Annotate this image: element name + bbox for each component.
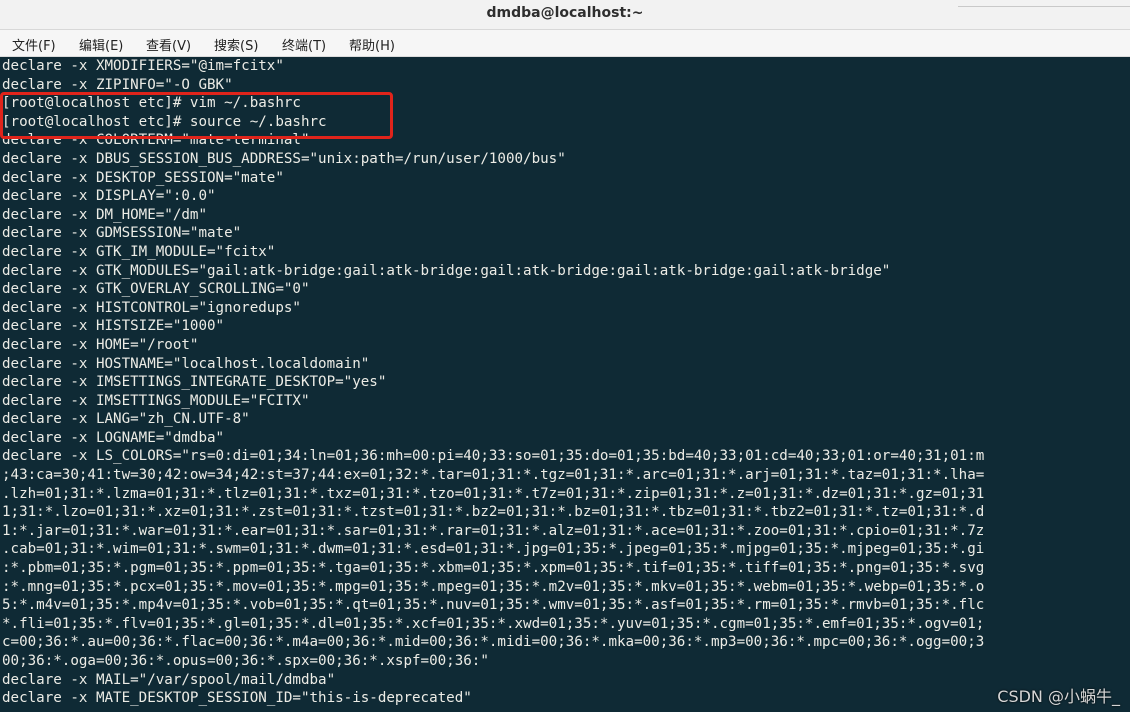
terminal-line: declare -x GDMSESSION="mate" bbox=[2, 225, 242, 242]
terminal-line: declare -x DESKTOP_SESSION="mate" bbox=[2, 169, 284, 186]
terminal-output: declare -x XMODIFIERS="@im=fcitx" declar… bbox=[2, 57, 1130, 708]
terminal-line: *.fli=01;35:*.flv=01;35:*.gl=01;35:*.dl=… bbox=[2, 615, 985, 632]
menu-view[interactable]: 查看(V) bbox=[146, 35, 191, 54]
terminal-line: declare -x LS_COLORS="rs=0:di=01;34:ln=0… bbox=[2, 448, 985, 465]
terminal-line: declare -x GTK_OVERLAY_SCROLLING="0" bbox=[2, 281, 310, 298]
menu-file[interactable]: 文件(F) bbox=[12, 35, 56, 54]
terminal-line: declare -x LOGNAME="dmdba" bbox=[2, 429, 225, 446]
terminal-line: :*.pbm=01;35:*.pgm=01;35:*.ppm=01;35:*.t… bbox=[2, 560, 985, 577]
titlebar-divider bbox=[958, 6, 1130, 7]
terminal-line: .lzh=01;31:*.lzma=01;31:*.tlz=01;31:*.tx… bbox=[2, 485, 985, 502]
menu-bar: 文件(F) 编辑(E) 查看(V) 搜索(S) 终端(T) 帮助(H) bbox=[0, 30, 1130, 57]
terminal-line: declare -x HOSTNAME="localhost.localdoma… bbox=[2, 355, 370, 372]
terminal-line: 1:*.jar=01;31:*.war=01;31:*.ear=01;31:*.… bbox=[2, 522, 985, 539]
terminal-line: declare -x MATE_DESKTOP_SESSION_ID="this… bbox=[2, 690, 472, 707]
csdn-watermark: CSDN @小蜗牛_ bbox=[997, 687, 1120, 706]
terminal-line: declare -x GTK_MODULES="gail:atk-bridge:… bbox=[2, 262, 891, 279]
menu-help[interactable]: 帮助(H) bbox=[349, 35, 395, 54]
terminal-line: declare -x IMSETTINGS_MODULE="FCITX" bbox=[2, 392, 310, 409]
window-titlebar[interactable]: dmdba@localhost:~ bbox=[0, 0, 1130, 30]
red-highlight-box bbox=[0, 92, 393, 139]
terminal-line: 00;36:*.oga=00;36:*.opus=00;36:*.spx=00;… bbox=[2, 653, 489, 669]
window-title: dmdba@localhost:~ bbox=[486, 5, 644, 21]
terminal-line: declare -x XMODIFIERS="@im=fcitx" bbox=[2, 58, 284, 74]
terminal-line: declare -x GTK_IM_MODULE="fcitx" bbox=[2, 243, 276, 260]
terminal-line: declare -x HISTCONTROL="ignoredups" bbox=[2, 299, 301, 316]
terminal-line: declare -x MAIL="/var/spool/mail/dmdba" bbox=[2, 671, 336, 688]
terminal-line: declare -x DM_HOME="/dm" bbox=[2, 206, 207, 223]
terminal-area[interactable]: declare -x XMODIFIERS="@im=fcitx" declar… bbox=[0, 57, 1130, 712]
menu-search[interactable]: 搜索(S) bbox=[214, 35, 258, 54]
terminal-line: declare -x HOME="/root" bbox=[2, 336, 199, 353]
terminal-line: declare -x HISTSIZE="1000" bbox=[2, 318, 225, 335]
terminal-line: ;43:ca=30;41:tw=30;42:ow=34;42:st=37;44:… bbox=[2, 467, 985, 484]
terminal-line: .cab=01;31:*.wim=01;31:*.swm=01;31:*.dwm… bbox=[2, 541, 985, 558]
menu-terminal[interactable]: 终端(T) bbox=[282, 35, 326, 54]
terminal-line: declare -x DISPLAY=":0.0" bbox=[2, 188, 216, 205]
terminal-line: declare -x LANG="zh_CN.UTF-8" bbox=[2, 411, 250, 428]
terminal-line: 1;31:*.lzo=01;31:*.xz=01;31:*.zst=01;31:… bbox=[2, 504, 985, 521]
terminal-line: 5:*.m4v=01;35:*.mp4v=01;35:*.vob=01;35:*… bbox=[2, 597, 985, 614]
terminal-line: :*.mng=01;35:*.pcx=01;35:*.mov=01;35:*.m… bbox=[2, 578, 985, 595]
terminal-line: declare -x DBUS_SESSION_BUS_ADDRESS="uni… bbox=[2, 150, 566, 167]
terminal-line: c=00;36:*.au=00;36:*.flac=00;36:*.m4a=00… bbox=[2, 634, 985, 651]
terminal-line: declare -x IMSETTINGS_INTEGRATE_DESKTOP=… bbox=[2, 374, 387, 391]
menu-edit[interactable]: 编辑(E) bbox=[79, 35, 123, 54]
